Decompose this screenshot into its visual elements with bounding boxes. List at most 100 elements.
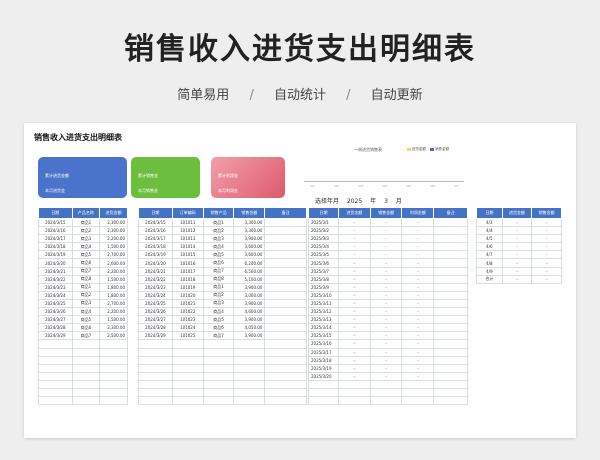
table-cell[interactable]: - xyxy=(501,250,533,260)
table-cell[interactable]: - xyxy=(337,282,371,292)
table-cell[interactable] xyxy=(202,339,235,349)
table-cell[interactable]: - xyxy=(501,242,533,252)
table-cell[interactable] xyxy=(138,339,173,349)
table-cell[interactable] xyxy=(308,387,339,398)
table-cell[interactable]: 2024/3/17 xyxy=(138,234,173,244)
table-cell[interactable] xyxy=(433,234,468,244)
table-cell[interactable]: 2024/3/19 xyxy=(38,250,73,260)
table-cell[interactable] xyxy=(202,347,235,357)
table-cell[interactable]: 合计 xyxy=(476,274,503,284)
table-cell[interactable]: - xyxy=(401,274,435,284)
table-cell[interactable]: 3,600.00 xyxy=(233,242,266,252)
table-cell[interactable]: 5,100.00 xyxy=(233,274,266,284)
table-cell[interactable] xyxy=(138,387,173,398)
table-cell[interactable] xyxy=(233,347,266,357)
table-cell[interactable]: 4/4 xyxy=(476,226,503,236)
table-cell[interactable] xyxy=(202,371,235,381)
table-cell[interactable] xyxy=(401,396,435,406)
table-cell[interactable]: 3,900.00 xyxy=(233,298,266,309)
table-cell[interactable] xyxy=(171,387,204,398)
table-cell[interactable]: 4/8 xyxy=(476,258,503,268)
table-cell[interactable]: - xyxy=(369,339,403,349)
table-cell[interactable] xyxy=(433,387,468,398)
table-cell[interactable]: 101017 xyxy=(171,266,204,276)
table-cell[interactable] xyxy=(38,355,73,365)
year-value[interactable]: 2025 xyxy=(347,198,362,205)
table-cell[interactable] xyxy=(264,339,307,349)
table-cell[interactable]: - xyxy=(401,298,435,309)
table-cell[interactable]: - xyxy=(369,307,403,317)
table-cell[interactable]: - xyxy=(369,363,403,373)
table-cell[interactable]: 2024/3/15 xyxy=(38,217,73,228)
table-cell[interactable]: - xyxy=(501,266,533,276)
table-cell[interactable]: - xyxy=(369,323,403,333)
table-cell[interactable]: 2024/3/25 xyxy=(138,298,173,309)
table-cell[interactable]: 2024/3/23 xyxy=(38,282,73,292)
table-cell[interactable] xyxy=(264,315,307,325)
table-cell[interactable] xyxy=(138,396,173,406)
table-cell[interactable]: - xyxy=(369,226,403,236)
table-cell[interactable] xyxy=(99,396,128,406)
table-cell[interactable]: 商品4 xyxy=(202,307,235,317)
month-picker[interactable]: 选择年月 2025 年 3 月 xyxy=(315,196,402,205)
table-cell[interactable]: - xyxy=(401,266,435,276)
table-cell[interactable] xyxy=(99,379,128,389)
table-cell[interactable]: 101021 xyxy=(171,298,204,309)
table-cell[interactable]: 2024/3/17 xyxy=(38,234,73,244)
table-cell[interactable]: 商品3 xyxy=(71,298,101,309)
table-cell[interactable]: 2024/3/20 xyxy=(138,258,173,268)
table-cell[interactable]: 2025/3/5 xyxy=(308,250,339,260)
table-cell[interactable]: 4/3 xyxy=(476,217,503,228)
table-cell[interactable] xyxy=(99,355,128,365)
table-cell[interactable] xyxy=(38,379,73,389)
table-cell[interactable] xyxy=(202,355,235,365)
table-cell[interactable]: - xyxy=(501,217,533,228)
table-cell[interactable]: - xyxy=(337,371,371,381)
table-cell[interactable] xyxy=(38,347,73,357)
table-cell[interactable] xyxy=(171,396,204,406)
table-cell[interactable]: 2024/3/22 xyxy=(38,274,73,284)
table-cell[interactable]: 2,200.00 xyxy=(99,266,128,276)
table-cell[interactable] xyxy=(38,387,73,398)
table-cell[interactable]: 3,300.00 xyxy=(233,217,266,228)
table-cell[interactable]: 2024/3/21 xyxy=(38,266,73,276)
table-cell[interactable]: 1,500.00 xyxy=(99,315,128,325)
table-cell[interactable] xyxy=(264,379,307,389)
table-cell[interactable]: 2025/3/8 xyxy=(308,274,339,284)
table-cell[interactable]: 2,300.00 xyxy=(99,226,128,236)
table-cell[interactable] xyxy=(171,355,204,365)
table-cell[interactable]: 3,600.00 xyxy=(233,250,266,260)
table-cell[interactable]: 1,800.00 xyxy=(99,290,128,300)
table-cell[interactable]: - xyxy=(337,266,371,276)
table-cell[interactable]: 商品3 xyxy=(202,298,235,309)
table-cell[interactable]: - xyxy=(337,315,371,325)
table-cell[interactable] xyxy=(433,331,468,341)
table-cell[interactable]: - xyxy=(337,355,371,365)
table-cell[interactable]: 商品2 xyxy=(202,226,235,236)
table-cell[interactable] xyxy=(433,266,468,276)
table-cell[interactable]: 2024/3/23 xyxy=(138,282,173,292)
table-cell[interactable]: 2,300.00 xyxy=(99,323,128,333)
table-cell[interactable]: - xyxy=(401,258,435,268)
table-cell[interactable] xyxy=(369,396,403,406)
table-cell[interactable]: 2024/3/26 xyxy=(38,307,73,317)
table-cell[interactable] xyxy=(264,258,307,268)
table-cell[interactable]: - xyxy=(401,323,435,333)
table-cell[interactable]: 3,900.00 xyxy=(233,234,266,244)
table-cell[interactable] xyxy=(171,371,204,381)
table-cell[interactable] xyxy=(264,266,307,276)
table-cell[interactable] xyxy=(433,274,468,284)
table-cell[interactable] xyxy=(171,347,204,357)
table-cell[interactable]: 2025/3/11 xyxy=(308,298,339,309)
table-cell[interactable]: 2025/3/17 xyxy=(308,347,339,357)
table-cell[interactable]: 2025/3/2 xyxy=(308,226,339,236)
table-cell[interactable]: 2,600.00 xyxy=(99,258,128,268)
table-cell[interactable] xyxy=(264,307,307,317)
table-cell[interactable]: 2025/3/9 xyxy=(308,282,339,292)
table-cell[interactable]: - xyxy=(401,371,435,381)
table-cell[interactable]: 2025/3/14 xyxy=(308,323,339,333)
table-cell[interactable]: 商品2 xyxy=(71,290,101,300)
table-cell[interactable]: - xyxy=(369,290,403,300)
table-cell[interactable] xyxy=(99,371,128,381)
table-cell[interactable] xyxy=(264,371,307,381)
